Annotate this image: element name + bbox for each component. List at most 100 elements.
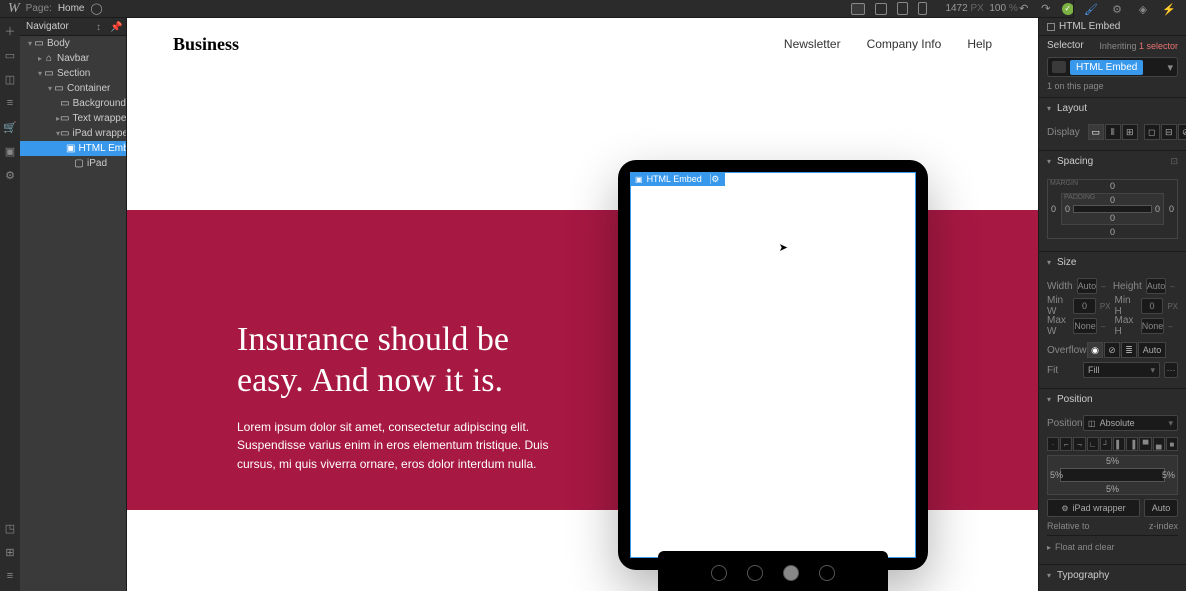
spacing-header[interactable]: ▾Spacing⊡ [1039,151,1186,171]
dropdown-icon[interactable]: ▾ [1167,61,1173,74]
display-none-button[interactable]: ⊘ [1178,124,1186,140]
position-section: ▾Position Position ◫Absolute▾ · ⌐ ¬ ∟ ┘ … [1039,388,1186,564]
pos-preset[interactable]: · [1047,437,1059,451]
pos-preset[interactable]: ▌ [1113,437,1125,451]
overflow-scroll-button[interactable]: ≣ [1121,342,1137,358]
device-tablet-portrait-icon[interactable] [897,2,908,15]
display-label: Display [1047,127,1080,138]
pos-preset[interactable]: ¬ [1073,437,1085,451]
style-breadcrumb: HTML Embed [1039,18,1186,36]
float-clear-toggle[interactable]: Float and clear [1055,542,1115,552]
guides-icon[interactable]: ≡ [3,569,17,583]
pos-preset[interactable]: ▄ [1153,437,1165,451]
position-preset-grid: · ⌐ ¬ ∟ ┘ ▌ ▐ ▀ ▄ ■ [1047,437,1178,451]
nav-link: Company Info [867,37,942,51]
display-block-button[interactable]: ▭ [1088,124,1104,140]
canvas[interactable]: Business NewsletterCompany InfoHelp Insu… [127,18,1038,591]
nav-item-ipad-wrapper[interactable]: ▾▭iPad wrapper [20,126,126,141]
relative-parent-button[interactable]: ⚙iPad wrapper [1047,499,1140,517]
position-select[interactable]: ◫Absolute▾ [1083,415,1178,431]
display-grid-button[interactable]: ⊞ [1122,124,1138,140]
size-header[interactable]: ▾Size [1039,252,1186,272]
pages-icon[interactable]: ▭ [3,48,17,62]
add-element-icon[interactable]: ＋ [3,24,17,38]
display-buttons: ▭ ⫴ ⊞ [1088,124,1138,140]
selection-tag[interactable]: ▣ HTML Embed ⚙ [630,172,725,186]
site-navbar: Business NewsletterCompany InfoHelp [127,18,1038,70]
overflow-auto-button[interactable]: Auto [1138,342,1166,358]
nav-item-navbar[interactable]: ▸⌂Navbar [20,51,126,66]
style-manager-tab-icon[interactable]: ◈ [1136,2,1150,16]
device-desktop-icon[interactable] [851,3,865,15]
position-offset-editor[interactable]: 5% 5% 5% 5% [1047,455,1178,495]
height-input[interactable]: Auto [1146,278,1167,294]
assets-icon[interactable]: ▣ [3,144,17,158]
nav-item-text-wrapper[interactable]: ▸▭Text wrapper [20,111,126,126]
size-section: ▾Size Width Auto– Height Auto– Min W 0PX… [1039,251,1186,388]
fit-more-button[interactable]: ⋯ [1164,362,1178,378]
interactions-tab-icon[interactable]: ⚡ [1162,2,1176,16]
settings-tab-icon[interactable]: ⚙ [1110,2,1124,16]
on-page-count: 1 on this page [1039,79,1186,97]
display-buttons-2: ◻ ⊟ ⊘ [1144,124,1186,140]
layout-header[interactable]: ▾Layout [1039,98,1186,118]
overflow-hidden-button[interactable]: ⊘ [1104,342,1120,358]
spacing-editor[interactable]: MARGIN PADDING 0 0 0 0 0 0 0 0 [1047,179,1178,239]
eye-icon[interactable]: ◯ [91,3,103,15]
display-inline-block-button[interactable]: ◻ [1144,124,1160,140]
nav-item-section[interactable]: ▾▭Section [20,66,126,81]
device-tablet-icon[interactable] [875,3,887,15]
minw-input[interactable]: 0 [1073,298,1096,314]
pos-preset[interactable]: ■ [1166,437,1178,451]
fit-select[interactable]: Fill▾ [1083,362,1160,378]
settings-icon[interactable]: ⚙ [3,168,17,182]
webflow-logo[interactable]: W [8,1,20,17]
pos-preset[interactable]: ⌐ [1060,437,1072,451]
nav-item-ipad[interactable]: ▢iPad [20,156,126,171]
display-flex-button[interactable]: ⫴ [1105,124,1121,140]
grid-icon[interactable]: ⊞ [3,545,17,559]
embed-icon [1047,23,1055,31]
minh-input[interactable]: 0 [1141,298,1164,314]
pos-preset[interactable]: ┘ [1100,437,1112,451]
hero-text: Insurance should be easy. And now it is.… [237,320,577,473]
overflow-visible-button[interactable]: ◉ [1087,342,1103,358]
class-chip[interactable]: HTML Embed [1070,60,1143,75]
position-header[interactable]: ▾Position [1039,389,1186,409]
maxw-input[interactable]: None [1073,318,1097,334]
page-name[interactable]: Home [58,3,85,14]
pos-preset[interactable]: ▀ [1139,437,1151,451]
nav-item-container[interactable]: ▾▭Container [20,81,126,96]
cms-icon[interactable]: ≡ [3,96,17,110]
status-saved-icon [1062,3,1074,15]
redo-icon[interactable]: ↷ [1040,3,1052,15]
pos-preset[interactable]: ▐ [1126,437,1138,451]
pin-icon[interactable]: 📌 [110,22,120,32]
nav-item-body[interactable]: ▾▭Body [20,36,126,51]
nav-item-html-embed[interactable]: ▣HTML Embed [20,141,126,156]
display-inline-button[interactable]: ⊟ [1161,124,1177,140]
collapse-icon[interactable]: ↕ [96,22,106,32]
selection-gear-icon[interactable]: ⚙ [710,174,720,184]
maxh-input[interactable]: None [1141,318,1165,334]
class-input[interactable]: HTML Embed ▾ [1047,57,1178,77]
pos-preset[interactable]: ∟ [1087,437,1099,451]
device-mobile-icon[interactable] [918,2,927,15]
nav-link: Newsletter [784,37,841,51]
top-bar: W Page: Home ◯ 1472 PX 100 % ↶ ↷ ⟨⟩ ⇱ ▲P… [0,0,1186,18]
width-input[interactable]: Auto [1077,278,1098,294]
ecommerce-icon[interactable]: 🛒 [3,120,17,134]
undo-icon[interactable]: ↶ [1018,3,1030,15]
panels-icon[interactable]: ◫ [3,72,17,86]
breadcrumb-label: HTML Embed [1059,21,1120,32]
navigator-panel: Navigator ↕ 📌 ▾▭Body▸⌂Navbar▾▭Section▾▭C… [20,18,127,591]
relative-auto-button[interactable]: Auto [1144,499,1178,517]
audit-icon[interactable]: ◳ [3,521,17,535]
nav-item-background[interactable]: ▭Background [20,96,126,111]
inheriting-indicator[interactable]: Inheriting 1 selector [1099,41,1178,51]
style-tab-icon[interactable]: 🖌 [1084,2,1098,16]
edit-icon[interactable]: ⊡ [1170,156,1178,167]
typography-header[interactable]: ▾Typography [1039,565,1186,585]
html-embed-selection[interactable]: ▣ HTML Embed ⚙ ➤ [630,172,916,558]
right-panel-tabs: 🖌 ⚙ ◈ ⚡ [1073,0,1186,18]
